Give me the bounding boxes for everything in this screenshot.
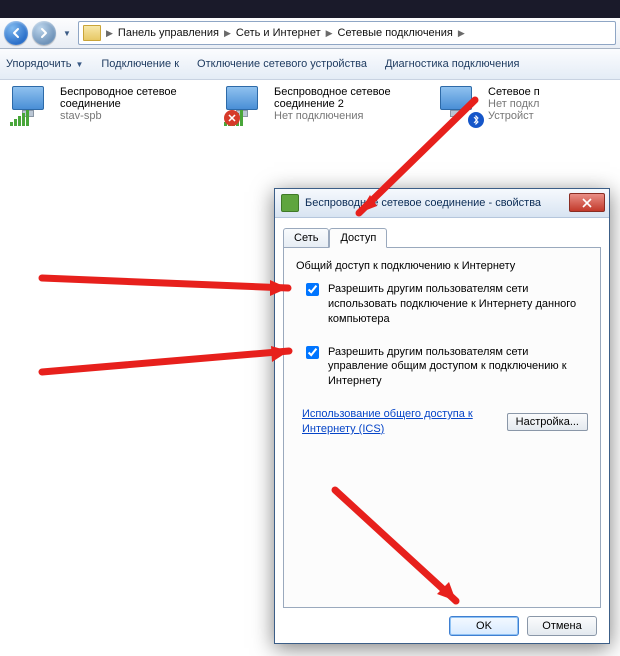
folder-icon — [83, 25, 101, 41]
dialog-titlebar[interactable]: Беспроводное сетевое соединение - свойст… — [275, 189, 609, 218]
connection-item[interactable]: Сетевое п Нет подкл Устройст — [438, 86, 558, 126]
properties-dialog: Беспроводное сетевое соединение - свойст… — [274, 188, 610, 644]
toolbar-connect[interactable]: Подключение к — [101, 58, 179, 70]
bluetooth-network-icon — [438, 86, 482, 126]
allow-sharing-checkbox[interactable] — [306, 283, 319, 296]
toolbar-label: Упорядочить — [6, 58, 71, 70]
allow-control-checkbox[interactable] — [306, 346, 319, 359]
toolbar-label: Подключение к — [101, 58, 179, 70]
close-button[interactable] — [569, 193, 605, 212]
tab-network[interactable]: Сеть — [283, 228, 329, 248]
wireless-disconnected-icon: ✕ — [224, 86, 268, 126]
bluetooth-icon — [468, 112, 484, 128]
dialog-title: Беспроводное сетевое соединение - свойст… — [305, 197, 541, 209]
chevron-right-icon: ▶ — [457, 28, 466, 39]
tab-panel-access: Общий доступ к подключению к Интернету Р… — [283, 247, 601, 608]
connection-item[interactable]: Беспроводное сетевое соединение stav-spb — [10, 86, 200, 126]
section-heading: Общий доступ к подключению к Интернету — [296, 260, 588, 272]
connection-item[interactable]: ✕ Беспроводное сетевое соединение 2 Нет … — [224, 86, 414, 126]
nav-forward-button[interactable] — [32, 21, 56, 45]
chevron-right-icon: ▶ — [105, 28, 114, 39]
wireless-icon — [10, 86, 54, 126]
toolbar-label: Отключение сетевого устройства — [197, 58, 367, 70]
settings-button[interactable]: Настройка... — [507, 413, 588, 431]
breadcrumb-item[interactable]: Сеть и Интернет — [236, 27, 321, 39]
toolbar-diagnose[interactable]: Диагностика подключения — [385, 58, 519, 70]
connection-subtitle: stav-spb — [60, 110, 200, 122]
allow-control-label: Разрешить другим пользователям сети упра… — [328, 345, 588, 390]
toolbar-label: Диагностика подключения — [385, 58, 519, 70]
address-bar: ▼ ▶ Панель управления ▶ Сеть и Интернет … — [0, 18, 620, 49]
nav-history-dropdown[interactable]: ▼ — [60, 23, 74, 43]
connection-subtitle: Нет подкл — [488, 98, 540, 110]
connection-title: Сетевое п — [488, 86, 540, 98]
connection-subtitle: Устройст — [488, 110, 540, 122]
toolbar: Упорядочить ▼ Подключение к Отключение с… — [0, 49, 620, 80]
window-titlebar — [0, 0, 620, 18]
nav-back-button[interactable] — [4, 21, 28, 45]
dialog-button-row: OK Отмена — [283, 608, 601, 636]
tab-strip: Сеть Доступ — [283, 226, 601, 248]
allow-control-row: Разрешить другим пользователям сети упра… — [302, 345, 588, 390]
ok-button[interactable]: OK — [449, 616, 519, 636]
chevron-down-icon: ▼ — [75, 60, 83, 69]
connection-title: Беспроводное сетевое соединение — [60, 86, 200, 110]
chevron-right-icon: ▶ — [223, 28, 232, 39]
breadcrumb-item[interactable]: Панель управления — [118, 27, 219, 39]
cancel-button[interactable]: Отмена — [527, 616, 597, 636]
breadcrumb-item[interactable]: Сетевые подключения — [338, 27, 453, 39]
connection-subtitle: Нет подключения — [274, 110, 414, 122]
allow-sharing-label: Разрешить другим пользователям сети испо… — [328, 282, 588, 327]
toolbar-organize[interactable]: Упорядочить ▼ — [6, 58, 83, 70]
chevron-right-icon: ▶ — [325, 28, 334, 39]
tab-access[interactable]: Доступ — [329, 228, 387, 248]
toolbar-disable[interactable]: Отключение сетевого устройства — [197, 58, 367, 70]
ics-help-link[interactable]: Использование общего доступа к Интернету… — [302, 407, 488, 437]
allow-sharing-row: Разрешить другим пользователям сети испо… — [302, 282, 588, 327]
connection-title: Беспроводное сетевое соединение 2 — [274, 86, 414, 110]
breadcrumb[interactable]: ▶ Панель управления ▶ Сеть и Интернет ▶ … — [78, 21, 616, 45]
adapter-icon — [281, 194, 299, 212]
error-icon: ✕ — [224, 110, 240, 126]
